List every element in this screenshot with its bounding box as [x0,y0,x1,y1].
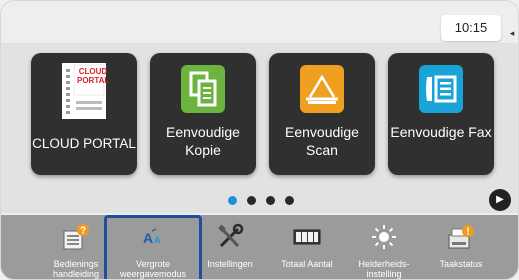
selection-highlight [104,215,202,279]
settings-tools-icon [216,223,244,251]
touch-panel-screen: 10:15 ◂ CLOUD PORTAL CLOUD PORTAL Eenvou… [0,0,519,280]
dock-item-total-count[interactable]: Totaal Aantal [272,215,342,279]
dock-label: Instellingen [207,259,253,269]
tile-label: CLOUD PORTAL [32,136,136,151]
tile-cloud-portal[interactable]: CLOUD PORTAL CLOUD PORTAL [31,53,137,175]
tile-easy-copy[interactable]: Eenvoudige Kopie [150,53,256,175]
shortcut-dock: ? Bedienings handleiding A A Vergrote we… [1,215,518,279]
clock: 10:15 [441,15,501,41]
counter-icon [293,223,321,251]
copy-icon [178,63,228,115]
svg-text:!: ! [466,227,469,238]
dock-label: Helderheids-instelling [358,259,410,279]
tile-easy-scan[interactable]: Eenvoudige Scan [269,53,375,175]
fax-icon [416,63,466,115]
manual-help-icon: ? [62,223,90,251]
tile-easy-fax[interactable]: Eenvoudige Fax [388,53,494,175]
dock-label: Taakstatus [439,259,483,269]
job-status-icon: ! [447,223,475,251]
tile-label: Eenvoudige Fax [390,124,492,140]
cloud-portal-logo: CLOUD PORTAL [77,67,110,85]
dock-label: Bedienings handleiding [52,259,100,279]
home-screen: CLOUD PORTAL CLOUD PORTAL Eenvoudige Kop… [1,43,518,213]
page-dot[interactable] [265,195,275,205]
page-indicator [1,193,518,207]
tile-label: Eenvoudige Scan [285,124,359,158]
brightness-icon [370,223,398,251]
status-bar: 10:15 ◂ [1,1,518,43]
page-dot[interactable] [227,195,237,205]
dock-item-settings[interactable]: Instellingen [195,215,265,279]
tile-label: Eenvoudige Kopie [166,124,240,158]
dock-item-manual[interactable]: ? Bedienings handleiding [41,215,111,279]
page-dot[interactable] [284,195,294,205]
scan-icon [297,63,347,115]
dock-label: Totaal Aantal [281,259,333,269]
dock-item-brightness[interactable]: Helderheids-instelling [349,215,419,279]
next-page-button[interactable]: ▶ [489,189,511,211]
dock-item-job-status[interactable]: ! Taakstatus [426,215,496,279]
page-dot[interactable] [246,195,256,205]
svg-text:?: ? [80,226,86,237]
